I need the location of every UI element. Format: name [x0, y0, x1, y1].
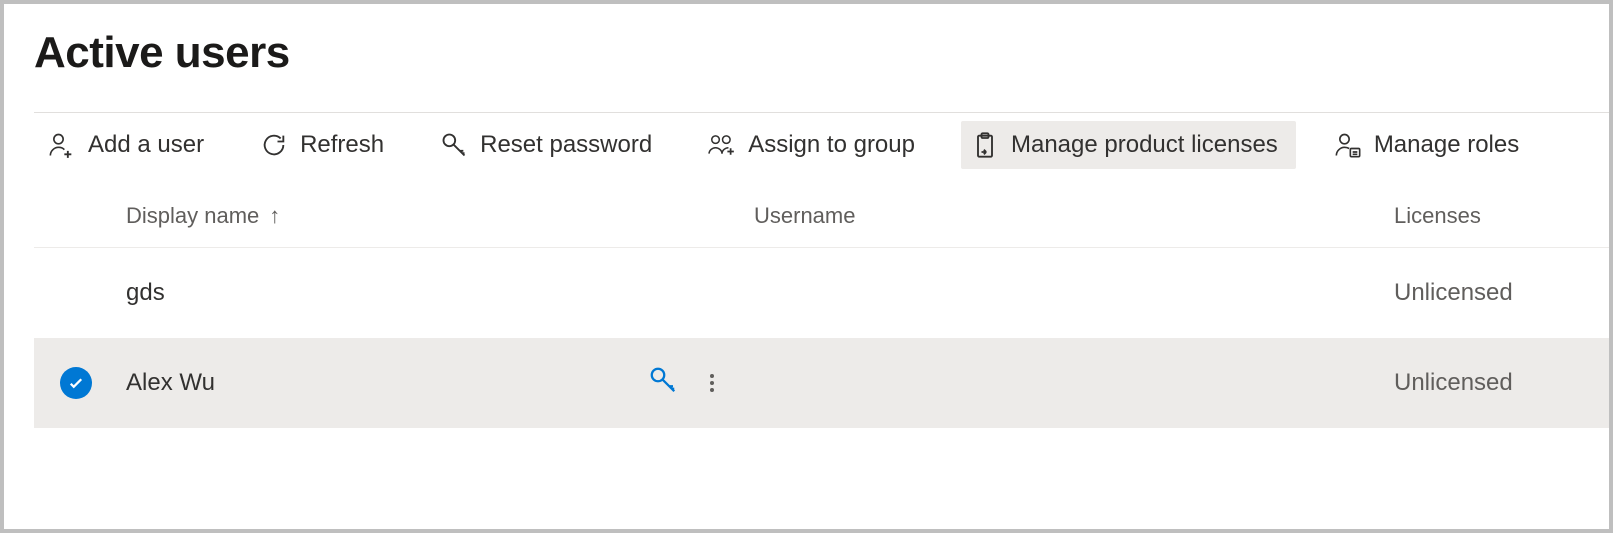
manage-roles-button[interactable]: Manage roles — [1324, 121, 1537, 169]
table-row[interactable]: gds Unlicensed — [34, 248, 1609, 338]
reset-password-label: Reset password — [480, 131, 652, 159]
sort-ascending-icon: ↑ — [269, 203, 280, 229]
more-actions-icon[interactable] — [710, 374, 714, 392]
toolbar: Add a user Refresh Reset password — [38, 113, 1609, 177]
licenses-cell: Unlicensed — [1394, 279, 1609, 307]
column-licenses-label: Licenses — [1394, 203, 1481, 228]
manage-product-licenses-button[interactable]: Manage product licenses — [961, 121, 1296, 169]
column-licenses[interactable]: Licenses — [1394, 203, 1609, 229]
table-header: Display name ↑ Username Licenses — [34, 177, 1609, 248]
add-user-icon — [48, 131, 76, 159]
reset-password-row-icon[interactable] — [648, 365, 678, 402]
manage-product-licenses-label: Manage product licenses — [1011, 131, 1278, 159]
table-row[interactable]: Alex Wu Unlicensed — [34, 338, 1609, 428]
refresh-icon — [260, 131, 288, 159]
column-username[interactable]: Username — [754, 203, 1394, 229]
display-name-cell: Alex Wu — [126, 369, 215, 397]
add-user-label: Add a user — [88, 131, 204, 159]
column-display-name-label: Display name — [126, 203, 259, 229]
licenses-cell: Unlicensed — [1394, 369, 1609, 397]
manage-roles-label: Manage roles — [1374, 131, 1519, 159]
checked-icon — [60, 367, 92, 399]
column-display-name[interactable]: Display name ↑ — [126, 203, 754, 229]
add-user-button[interactable]: Add a user — [38, 121, 222, 169]
refresh-label: Refresh — [300, 131, 384, 159]
refresh-button[interactable]: Refresh — [250, 121, 402, 169]
roles-icon — [1334, 131, 1362, 159]
key-icon — [440, 131, 468, 159]
clipboard-icon — [971, 131, 999, 159]
group-add-icon — [708, 131, 736, 159]
assign-to-group-label: Assign to group — [748, 131, 915, 159]
column-username-label: Username — [754, 203, 855, 228]
assign-to-group-button[interactable]: Assign to group — [698, 121, 933, 169]
reset-password-button[interactable]: Reset password — [430, 121, 670, 169]
page-title: Active users — [34, 28, 1609, 78]
row-checkbox[interactable] — [34, 367, 126, 399]
display-name-cell: gds — [126, 279, 165, 307]
